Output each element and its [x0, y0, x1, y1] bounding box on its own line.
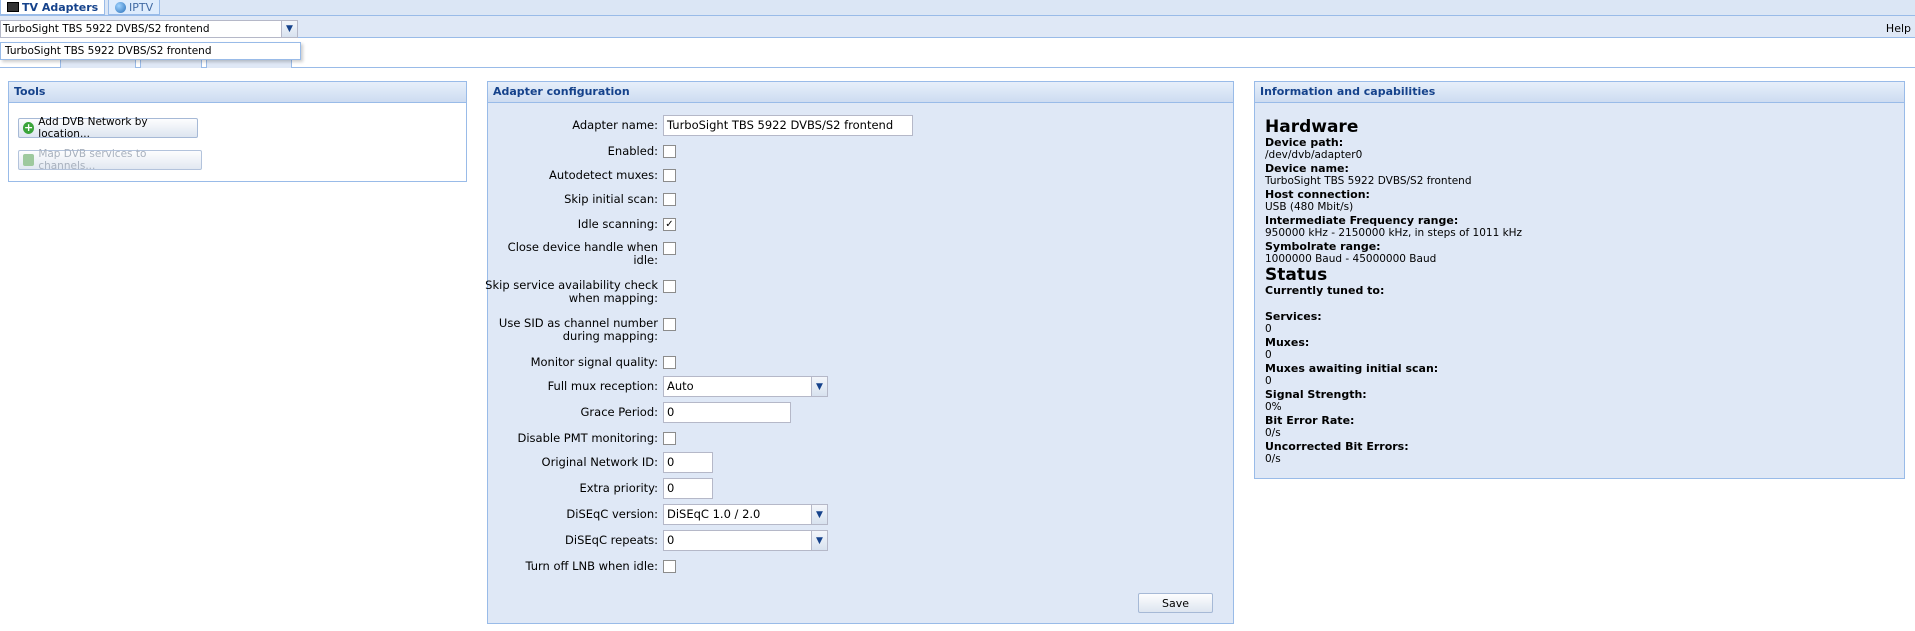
chevron-down-icon[interactable]: ▼ — [811, 531, 827, 550]
signal-strength-value: 0% — [1265, 401, 1282, 413]
use-sid-label-line2: during mapping: — [562, 329, 658, 343]
autodetect-muxes-label: Autodetect muxes: — [548, 168, 658, 182]
device-path-label: Device path: — [1265, 136, 1344, 149]
main-tab-strip — [0, 0, 1915, 16]
if-range-value: 950000 kHz - 2150000 kHz, in steps of 10… — [1265, 227, 1523, 239]
symbolrate-value: 1000000 Baud - 45000000 Baud — [1265, 253, 1437, 265]
adapter-dropdown-option[interactable]: TurboSight TBS 5922 DVBS/S2 frontend — [0, 42, 301, 60]
tools-panel-title: Tools — [9, 82, 466, 103]
uncorrected-errors-value: 0/s — [1265, 453, 1281, 465]
skip-service-checkbox[interactable] — [663, 280, 676, 293]
device-name-label: Device name: — [1265, 162, 1349, 175]
help-link[interactable]: Help — [1886, 22, 1911, 35]
turn-off-lnb-checkbox[interactable] — [663, 560, 676, 573]
grace-period-label: Grace Period: — [580, 405, 658, 419]
map-dvb-services-label: Map DVB services to channels... — [38, 148, 147, 172]
full-mux-select[interactable]: Auto ▼ — [663, 376, 828, 397]
extra-priority-label: Extra priority: — [579, 481, 658, 495]
adapter-name-label: Adapter name: — [572, 118, 658, 132]
uncorrected-errors-label: Uncorrected Bit Errors: — [1265, 440, 1409, 453]
bit-error-rate-label: Bit Error Rate: — [1265, 414, 1355, 427]
bit-error-rate-value: 0/s — [1265, 427, 1281, 439]
check-icon: ✓ — [665, 218, 674, 230]
chevron-down-icon[interactable]: ▼ — [811, 505, 827, 524]
hardware-heading: Hardware — [1265, 117, 1359, 137]
device-name-value: TurboSight TBS 5922 DVBS/S2 frontend — [1265, 175, 1472, 187]
diseqc-version-value: DiSEqC 1.0 / 2.0 — [667, 507, 761, 521]
adapter-config-title: Adapter configuration — [488, 82, 1233, 103]
tab-iptv-label: IPTV — [129, 0, 154, 14]
signal-strength-label: Signal Strength: — [1265, 388, 1367, 401]
idle-scanning-checkbox[interactable]: ✓ — [663, 218, 676, 231]
skip-initial-scan-label: Skip initial scan: — [564, 192, 658, 206]
autodetect-muxes-checkbox[interactable] — [663, 169, 676, 182]
skip-service-label: Skip service availability check when map… — [484, 279, 658, 305]
tools-panel: Tools + Add DVB Network by location... M… — [8, 81, 467, 182]
adapter-select[interactable]: TurboSight TBS 5922 DVBS/S2 frontend ▼ — [0, 20, 298, 38]
add-dvb-network-label: Add DVB Network by location... — [38, 116, 148, 140]
info-content: Hardware Device path: /dev/dvb/adapter0 … — [1265, 118, 1885, 466]
diseqc-repeats-label: DiSEqC repeats: — [565, 533, 658, 547]
status-heading: Status — [1265, 265, 1328, 285]
tuned-value — [1265, 297, 1885, 310]
grace-period-field[interactable]: 0 — [663, 402, 791, 423]
full-mux-label: Full mux reception: — [547, 379, 658, 393]
use-sid-label: Use SID as channel number during mapping… — [484, 317, 658, 343]
disable-pmt-checkbox[interactable] — [663, 432, 676, 445]
adapter-select-value: TurboSight TBS 5922 DVBS/S2 frontend — [3, 23, 210, 35]
host-connection-value: USB (480 Mbit/s) — [1265, 201, 1354, 213]
close-handle-label: Close device handle when idle: — [484, 241, 658, 267]
turn-off-lnb-label: Turn off LNB when idle: — [525, 559, 658, 573]
skip-service-label-line2: when mapping: — [568, 291, 658, 305]
info-panel-title: Information and capabilities — [1255, 82, 1904, 103]
diseqc-version-label: DiSEqC version: — [566, 507, 658, 521]
disable-pmt-label: Disable PMT monitoring: — [517, 431, 658, 445]
awaiting-scan-value: 0 — [1265, 375, 1272, 387]
save-button[interactable]: Save — [1138, 593, 1213, 613]
enabled-checkbox[interactable] — [663, 145, 676, 158]
add-icon: + — [23, 121, 35, 134]
services-value: 0 — [1265, 323, 1272, 335]
globe-icon — [115, 1, 126, 13]
original-network-label: Original Network ID: — [541, 455, 658, 469]
use-sid-checkbox[interactable] — [663, 318, 676, 331]
add-dvb-network-button[interactable]: + Add DVB Network by location... — [18, 116, 198, 140]
original-network-field[interactable]: 0 — [663, 452, 713, 473]
skip-initial-scan-checkbox[interactable] — [663, 193, 676, 206]
puzzle-icon — [23, 154, 35, 166]
tuned-label: Currently tuned to: — [1265, 284, 1385, 297]
services-label: Services: — [1265, 310, 1322, 323]
chevron-down-icon[interactable]: ▼ — [281, 21, 297, 37]
awaiting-scan-label: Muxes awaiting initial scan: — [1265, 362, 1439, 375]
host-connection-label: Host connection: — [1265, 188, 1370, 201]
adapter-name-field[interactable]: TurboSight TBS 5922 DVBS/S2 frontend — [663, 115, 913, 136]
idle-scanning-label: Idle scanning: — [577, 217, 658, 231]
muxes-label: Muxes: — [1265, 336, 1310, 349]
tv-icon — [7, 2, 19, 12]
symbolrate-label: Symbolrate range: — [1265, 240, 1381, 253]
muxes-value: 0 — [1265, 349, 1272, 361]
monitor-signal-label: Monitor signal quality: — [530, 355, 658, 369]
extra-priority-field[interactable]: 0 — [663, 478, 713, 499]
device-path-value: /dev/dvb/adapter0 — [1265, 149, 1363, 161]
close-handle-label-line2: idle: — [633, 253, 658, 267]
diseqc-repeats-select[interactable]: 0 ▼ — [663, 530, 828, 551]
full-mux-value: Auto — [667, 379, 694, 393]
chevron-down-icon[interactable]: ▼ — [811, 377, 827, 396]
monitor-signal-checkbox[interactable] — [663, 356, 676, 369]
tab-tv-adapters[interactable]: TV Adapters — [0, 0, 106, 15]
tab-tv-adapters-label: TV Adapters — [22, 0, 99, 14]
map-dvb-services-button[interactable]: Map DVB services to channels... — [18, 148, 202, 172]
tab-iptv[interactable]: IPTV — [108, 0, 161, 15]
close-handle-label-line1: Close device handle when — [507, 240, 658, 254]
if-range-label: Intermediate Frequency range: — [1265, 214, 1459, 227]
diseqc-version-select[interactable]: DiSEqC 1.0 / 2.0 ▼ — [663, 504, 828, 525]
info-panel: Information and capabilities Hardware De… — [1254, 81, 1905, 479]
diseqc-repeats-value: 0 — [667, 533, 675, 547]
enabled-label: Enabled: — [607, 144, 658, 158]
close-handle-checkbox[interactable] — [663, 242, 676, 255]
